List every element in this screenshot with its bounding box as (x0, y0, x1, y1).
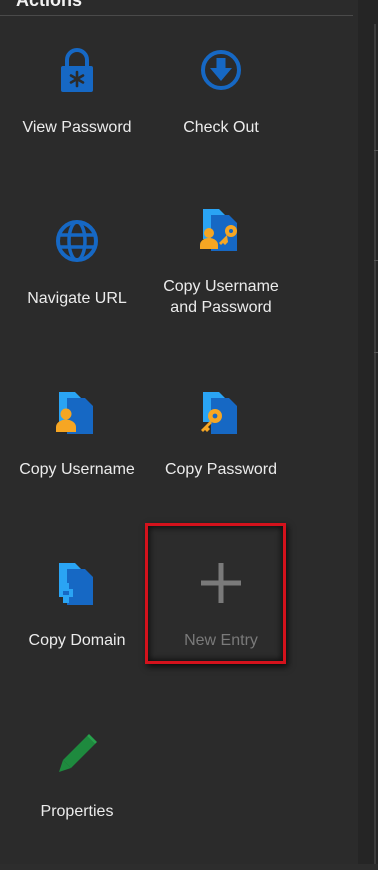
copy-password-label: Copy Password (164, 461, 278, 478)
navigate-url-button[interactable]: Navigate URL (6, 193, 148, 357)
view-password-button[interactable]: View Password (6, 22, 148, 186)
navigate-url-label: Navigate URL (27, 290, 127, 307)
pane-tick (374, 150, 378, 151)
copy-username-label: Copy Username (19, 461, 135, 478)
view-password-label: View Password (22, 119, 132, 136)
new-entry-button[interactable]: New Entry (150, 535, 292, 699)
copy-key-icon (201, 392, 237, 434)
actions-panel: Actions View Password Check Out Navigate… (0, 0, 358, 864)
copy-user-key-icon (200, 209, 237, 251)
pencil-icon (59, 734, 97, 772)
copy-user-icon (56, 392, 93, 434)
copy-domain-label: Copy Domain (28, 632, 126, 649)
plus-icon (201, 563, 241, 603)
header-divider (0, 15, 353, 16)
copy-username-and-password-label: Copy Username and Password (163, 278, 279, 316)
panel-title: Actions (16, 0, 83, 10)
copy-password-button[interactable]: Copy Password (150, 364, 292, 528)
copy-domain-button[interactable]: Copy Domain (6, 535, 148, 699)
new-entry-label: New Entry (184, 632, 258, 649)
properties-button[interactable]: Properties (6, 706, 148, 870)
properties-label: Properties (40, 803, 114, 820)
check-out-label: Check Out (183, 119, 259, 136)
right-pane-edge (358, 0, 378, 864)
pane-tick (374, 260, 378, 261)
check-out-button[interactable]: Check Out (150, 22, 292, 186)
globe-icon (56, 220, 98, 262)
copy-domain-icon (59, 563, 93, 605)
pane-tick (374, 352, 378, 353)
padlock-asterisk-icon (61, 48, 93, 92)
circle-down-arrow-icon (201, 50, 241, 90)
copy-username-and-password-button[interactable]: Copy Username and Password (150, 181, 292, 345)
copy-username-button[interactable]: Copy Username (6, 364, 148, 528)
